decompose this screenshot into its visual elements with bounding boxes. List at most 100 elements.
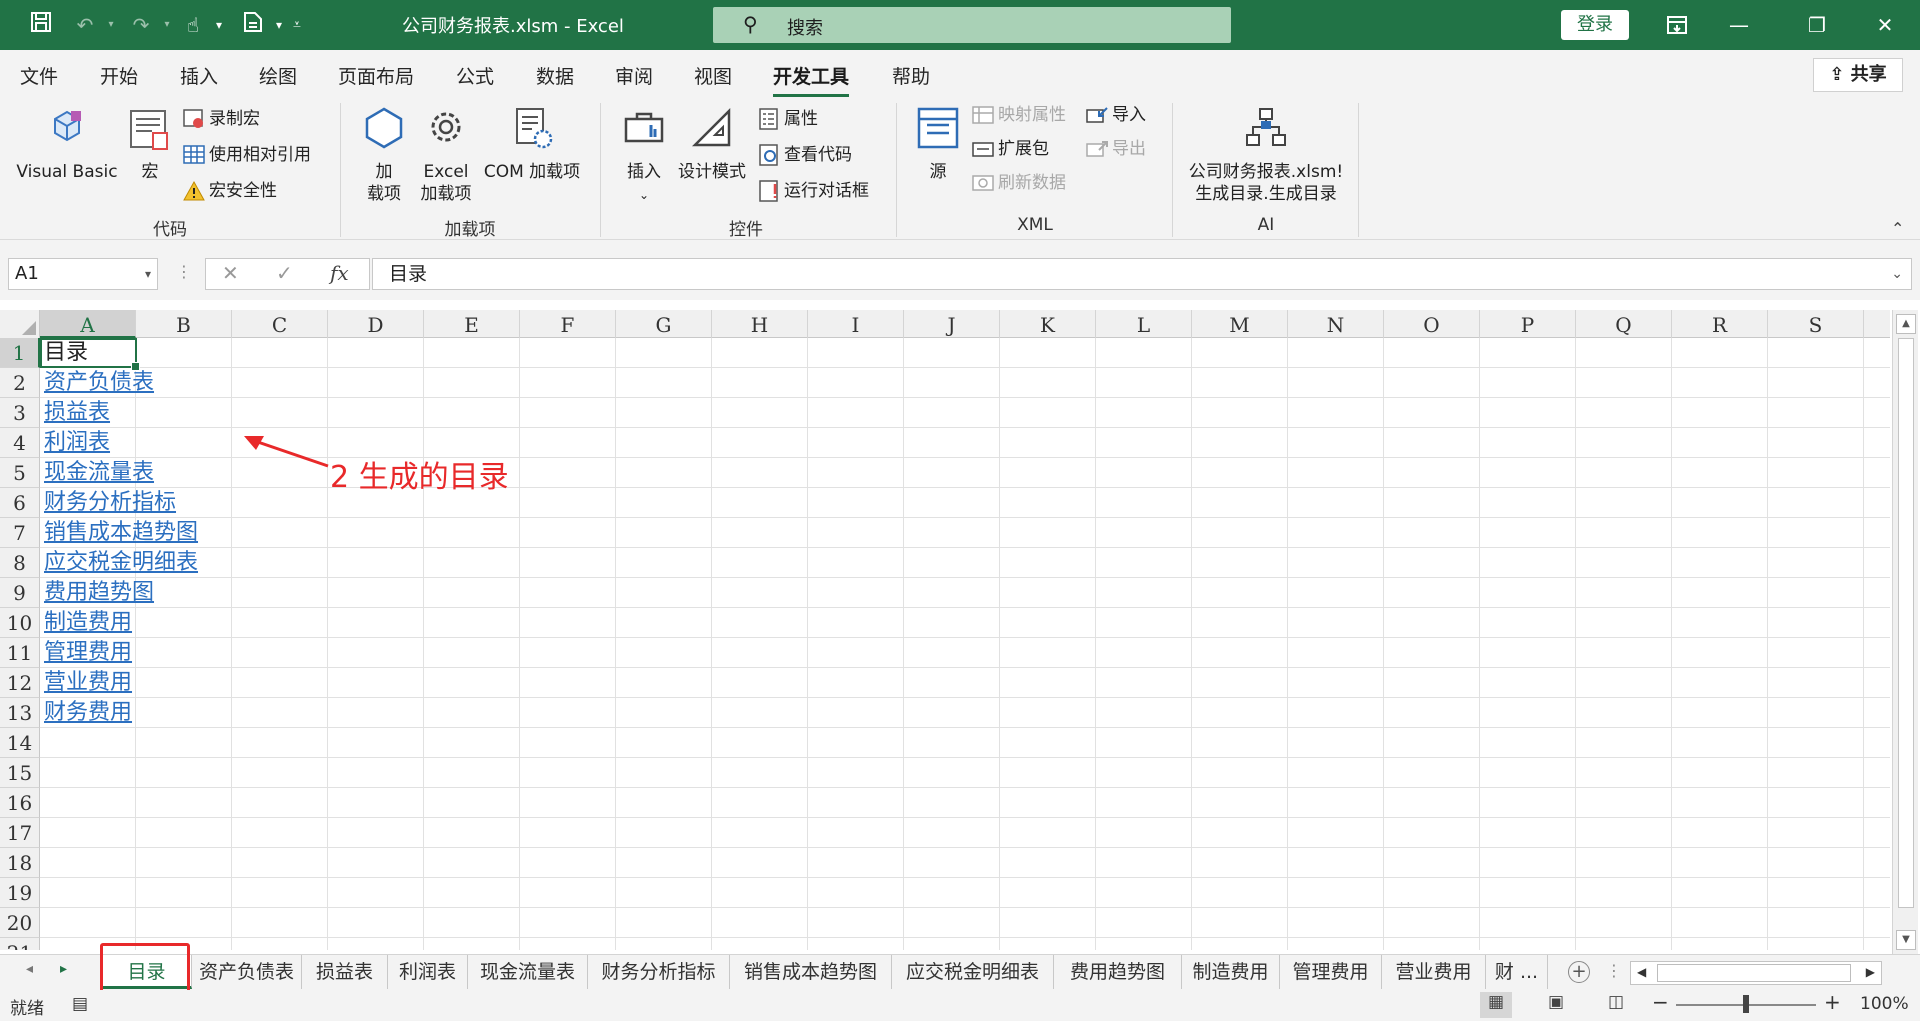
map-properties-button[interactable]: 映射属性 [972, 101, 1066, 129]
cell-a5[interactable]: 现金流量表 [44, 458, 154, 488]
horizontal-scrollbar[interactable]: ◀ ▶ [1630, 961, 1882, 985]
cell-a8[interactable]: 应交税金明细表 [44, 548, 198, 578]
column-header-r[interactable]: R [1672, 310, 1768, 338]
row-header-12[interactable]: 12 [0, 668, 40, 698]
column-header-a[interactable]: A [40, 310, 136, 338]
properties-button[interactable]: 属性 [758, 105, 818, 133]
column-header-h[interactable]: H [712, 310, 808, 338]
zoom-level[interactable]: 100% [1860, 994, 1909, 1014]
refresh-data-button[interactable]: 刷新数据 [972, 169, 1066, 197]
add-sheet-icon[interactable]: + [1568, 961, 1590, 983]
sheet-hyperlink[interactable]: 财务费用 [44, 700, 132, 725]
worksheet-grid[interactable]: ABCDEFGHIJKLMNOPQRS 1 2 3 4 5 6 7 8 9 10 11 12 13 14 1… [0, 310, 1890, 950]
select-all-button[interactable] [0, 310, 40, 338]
xml-export-button[interactable]: 导出 [1086, 135, 1146, 163]
row-header-10[interactable]: 10 [0, 608, 40, 638]
tab-view[interactable]: 视图 [694, 62, 732, 89]
vertical-scrollbar[interactable]: ▲ ▼ [1892, 310, 1918, 954]
column-header-j[interactable]: J [904, 310, 1000, 338]
insert-control-button[interactable]: 插入 ⌄ [616, 105, 672, 206]
touch-dropdown-icon[interactable]: ▾ [204, 11, 234, 39]
cell-a7[interactable]: 销售成本趋势图 [44, 518, 198, 548]
sheet-tab[interactable]: 财 ... [1486, 955, 1548, 989]
sheet-hyperlink[interactable]: 费用趋势图 [44, 580, 154, 605]
search-input[interactable]: ⚲ 搜索 [713, 7, 1231, 43]
sheet-hyperlink[interactable]: 利润表 [44, 430, 110, 455]
cancel-icon[interactable]: ✕ [222, 261, 239, 285]
tab-help[interactable]: 帮助 [892, 62, 930, 89]
sheet-hyperlink[interactable]: 销售成本趋势图 [44, 520, 198, 545]
tab-file[interactable]: 文件 [20, 62, 58, 89]
macro-security-button[interactable]: 宏安全性 [183, 177, 277, 205]
accessibility-icon[interactable]: ▤ [72, 994, 88, 1014]
cell-a3[interactable]: 损益表 [44, 398, 110, 428]
sheet-hyperlink[interactable]: 应交税金明细表 [44, 550, 198, 575]
row-header-14[interactable]: 14 [0, 728, 40, 758]
column-header-f[interactable]: F [520, 310, 616, 338]
login-button[interactable]: 登录 [1561, 10, 1629, 40]
page-layout-view-icon[interactable]: ▣ [1540, 992, 1572, 1018]
sheet-hyperlink[interactable]: 制造费用 [44, 610, 132, 635]
cell-a9[interactable]: 费用趋势图 [44, 578, 154, 608]
scroll-up-icon[interactable]: ▲ [1896, 314, 1916, 334]
scroll-down-icon[interactable]: ▼ [1896, 930, 1916, 950]
cell-a4[interactable]: 利润表 [44, 428, 110, 458]
column-header-b[interactable]: B [136, 310, 232, 338]
row-header-21[interactable]: 21 [0, 938, 40, 950]
row-header-11[interactable]: 11 [0, 638, 40, 668]
restore-icon[interactable]: ❐ [1794, 8, 1840, 42]
column-header-o[interactable]: O [1384, 310, 1480, 338]
sheet-hyperlink[interactable]: 损益表 [44, 400, 110, 425]
row-header-17[interactable]: 17 [0, 818, 40, 848]
close-icon[interactable]: ✕ [1862, 8, 1908, 42]
excel-addins-button[interactable]: Excel 加载项 [418, 105, 474, 205]
tab-data[interactable]: 数据 [536, 62, 574, 89]
formula-input[interactable]: 目录 ⌄ [372, 258, 1912, 290]
cell-a2[interactable]: 资产负债表 [44, 368, 154, 398]
macros-button[interactable]: 宏 [125, 105, 175, 183]
tab-insert[interactable]: 插入 [180, 62, 218, 89]
insert-function-icon[interactable]: fx [330, 261, 349, 285]
row-header-8[interactable]: 8 [0, 548, 40, 578]
column-header-p[interactable]: P [1480, 310, 1576, 338]
scroll-right-icon[interactable]: ▶ [1866, 965, 1875, 979]
formula-bar-splitter-icon[interactable]: ⋮ [176, 262, 192, 281]
column-header-n[interactable]: N [1288, 310, 1384, 338]
name-box[interactable]: A1 ▾ [8, 258, 158, 290]
expansion-packs-button[interactable]: 扩展包 [972, 135, 1049, 163]
column-header-l[interactable]: L [1096, 310, 1192, 338]
page-break-preview-icon[interactable]: ◫ [1600, 992, 1632, 1018]
cell-a13[interactable]: 财务费用 [44, 698, 132, 728]
sheet-tab[interactable]: 财务分析指标 [588, 955, 730, 989]
sheet-tab[interactable]: 制造费用 [1182, 955, 1280, 989]
column-header-c[interactable]: C [232, 310, 328, 338]
sheet-tab[interactable]: 管理费用 [1280, 955, 1382, 989]
sheet-tab[interactable]: 营业费用 [1382, 955, 1486, 989]
share-button[interactable]: ⇪ 共享 [1813, 58, 1903, 92]
column-header-g[interactable]: G [616, 310, 712, 338]
row-header-18[interactable]: 18 [0, 848, 40, 878]
tab-developer[interactable]: 开发工具 [773, 62, 850, 97]
tab-page-layout[interactable]: 页面布局 [338, 62, 414, 89]
zoom-out-icon[interactable]: − [1652, 990, 1669, 1014]
addins-button[interactable]: 加 载项 [356, 105, 412, 205]
column-header-m[interactable]: M [1192, 310, 1288, 338]
next-sheet-icon[interactable]: ▸ [60, 961, 67, 977]
sheet-tab[interactable]: 销售成本趋势图 [730, 955, 892, 989]
row-header-7[interactable]: 7 [0, 518, 40, 548]
tab-home[interactable]: 开始 [100, 62, 138, 89]
sheet-tab[interactable]: 资产负债表 [192, 955, 302, 989]
cell-a1-title[interactable]: 目录 [44, 338, 88, 368]
view-code-button[interactable]: 查看代码 [758, 141, 852, 169]
row-header-6[interactable]: 6 [0, 488, 40, 518]
customize-toolbar-icon[interactable]: ⩡ [282, 11, 312, 39]
column-header-i[interactable]: I [808, 310, 904, 338]
sheet-tab[interactable]: 利润表 [388, 955, 468, 989]
scroll-left-icon[interactable]: ◀ [1637, 965, 1646, 979]
cell-a12[interactable]: 营业费用 [44, 668, 132, 698]
sheet-tab[interactable]: 费用趋势图 [1054, 955, 1182, 989]
tab-review[interactable]: 审阅 [615, 62, 653, 89]
sheet-hyperlink[interactable]: 现金流量表 [44, 460, 154, 485]
com-addins-button[interactable]: COM 加载项 [478, 105, 586, 183]
undo-dropdown-icon[interactable]: ▾ [96, 11, 126, 39]
